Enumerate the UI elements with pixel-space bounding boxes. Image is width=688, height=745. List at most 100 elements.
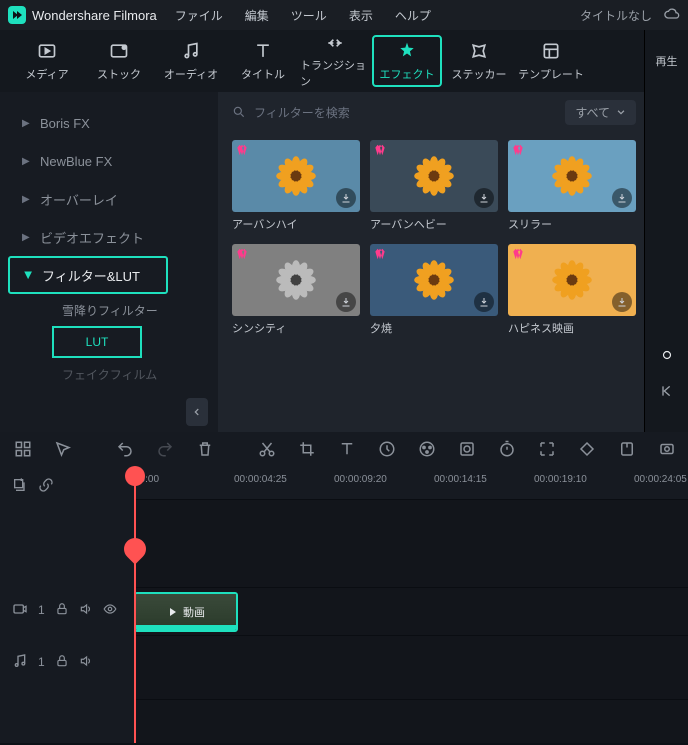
- layout-icon[interactable]: [14, 440, 32, 461]
- delete-icon[interactable]: [196, 440, 214, 461]
- app-title: Wondershare Filmora: [32, 8, 157, 23]
- filter-dropdown[interactable]: すべて: [565, 100, 636, 125]
- crop-icon[interactable]: [298, 440, 316, 461]
- mute-icon[interactable]: [79, 654, 93, 671]
- time-ruler[interactable]: 00:0000:00:04:2500:00:09:2000:00:14:1500…: [134, 468, 688, 500]
- settings2-icon[interactable]: [658, 440, 676, 461]
- marker-icon[interactable]: [618, 440, 636, 461]
- audio-track-lane[interactable]: [134, 652, 688, 700]
- chevron-right-icon: ▶: [22, 118, 30, 129]
- track-lane-empty[interactable]: [134, 500, 688, 588]
- tab-effect[interactable]: エフェクト: [372, 35, 442, 87]
- download-icon[interactable]: [612, 188, 632, 208]
- tab-audio[interactable]: オーディオ: [156, 35, 226, 87]
- tab-template[interactable]: テンプレート: [516, 35, 586, 87]
- menu-tool[interactable]: ツール: [291, 7, 327, 24]
- effect-thumbnail: [232, 244, 360, 316]
- effect-card[interactable]: 夕焼: [370, 244, 498, 336]
- premium-gem-icon: [235, 143, 249, 157]
- download-icon[interactable]: [612, 292, 632, 312]
- download-icon[interactable]: [336, 292, 356, 312]
- effect-thumbnail: [370, 244, 498, 316]
- color-icon[interactable]: [418, 440, 436, 461]
- video-track-header[interactable]: 1: [0, 592, 134, 628]
- sidebar-sub-lut[interactable]: LUT: [52, 326, 142, 358]
- sidebar-sub-snowfilter[interactable]: 雪降りフィルター: [8, 294, 210, 326]
- search-icon: [232, 105, 246, 119]
- sidebar-item-filter-lut[interactable]: ▶フィルター&LUT: [8, 256, 168, 294]
- sidebar-item-newblue[interactable]: ▶NewBlue FX: [8, 142, 210, 180]
- playhead[interactable]: [134, 468, 136, 743]
- mute-icon[interactable]: [79, 602, 93, 619]
- effect-thumbnail: [508, 140, 636, 212]
- sidebar-item-overlay[interactable]: ▶オーバーレイ: [8, 180, 210, 218]
- ruler-timestamp: 00:00:04:25: [234, 474, 287, 485]
- tab-title[interactable]: タイトル: [228, 35, 298, 87]
- sidebar-collapse-button[interactable]: [186, 398, 208, 426]
- eye-icon[interactable]: [103, 602, 117, 619]
- timeline: 1 1 00:0000:00:04:2500:00:09:2000:00:14:…: [0, 468, 688, 743]
- preview-panel-play[interactable]: 再生: [644, 30, 688, 92]
- circle-icon[interactable]: [660, 348, 674, 365]
- menu-view[interactable]: 表示: [349, 7, 373, 24]
- sidebar-item-borisfx[interactable]: ▶Boris FX: [8, 104, 210, 142]
- media-tabbar: メディア ストック オーディオ タイトル トランジション エフェクト ステッカー…: [0, 30, 688, 92]
- menu-help[interactable]: ヘルプ: [395, 7, 431, 24]
- undo-icon[interactable]: [116, 440, 134, 461]
- tab-media[interactable]: メディア: [12, 35, 82, 87]
- cut-icon[interactable]: [258, 440, 276, 461]
- effect-card[interactable]: ハピネス映画: [508, 244, 636, 336]
- video-track-icon: [12, 601, 28, 620]
- effect-grid-panel: フィルターを検索 すべて ⋯ アーバンハイ アーバンヘビー スリラー: [218, 92, 688, 432]
- text-icon[interactable]: [338, 440, 356, 461]
- video-clip[interactable]: 動画: [134, 592, 238, 632]
- ruler-timestamp: 00:00:19:10: [534, 474, 587, 485]
- add-track-icon[interactable]: [12, 477, 28, 496]
- cloud-icon[interactable]: [664, 6, 680, 25]
- tab-transition[interactable]: トランジション: [300, 35, 370, 87]
- sidebar-item-videoeffect[interactable]: ▶ビデオエフェクト: [8, 218, 210, 256]
- track-header-column: 1 1: [0, 468, 134, 743]
- premium-gem-icon: [511, 143, 525, 157]
- menu-edit[interactable]: 編集: [245, 7, 269, 24]
- link-icon[interactable]: [38, 477, 54, 496]
- expand-icon[interactable]: [538, 440, 556, 461]
- download-icon[interactable]: [474, 292, 494, 312]
- playhead-knob-icon[interactable]: [125, 466, 145, 486]
- search-input[interactable]: フィルターを検索: [232, 104, 555, 121]
- audio-icon: [180, 40, 202, 62]
- tab-stock[interactable]: ストック: [84, 35, 154, 87]
- effect-card[interactable]: スリラー: [508, 140, 636, 232]
- timer-icon[interactable]: [498, 440, 516, 461]
- download-icon[interactable]: [474, 188, 494, 208]
- lock-icon[interactable]: [55, 602, 69, 619]
- green-screen-icon[interactable]: [458, 440, 476, 461]
- audio-track-header[interactable]: 1: [0, 644, 134, 680]
- effect-card-label: アーバンヘビー: [370, 216, 498, 232]
- clip-audio-bar: [136, 625, 236, 630]
- cursor-icon[interactable]: [54, 440, 72, 461]
- redo-icon[interactable]: [156, 440, 174, 461]
- ruler-timestamp: 00:00:09:20: [334, 474, 387, 485]
- main-menu: ファイル 編集 ツール 表示 ヘルプ: [175, 7, 431, 24]
- effect-thumbnail: [370, 140, 498, 212]
- menu-file[interactable]: ファイル: [175, 7, 223, 24]
- keyframe-icon[interactable]: [578, 440, 596, 461]
- effect-card[interactable]: シンシティ: [232, 244, 360, 336]
- chevron-right-icon: ▶: [22, 232, 30, 243]
- effect-card[interactable]: アーバンヘビー: [370, 140, 498, 232]
- tab-sticker[interactable]: ステッカー: [444, 35, 514, 87]
- download-icon[interactable]: [336, 188, 356, 208]
- timeline-head-tools: [0, 468, 134, 504]
- video-track-lane[interactable]: 動画: [134, 588, 688, 636]
- premium-gem-icon: [511, 247, 525, 261]
- tracks-area[interactable]: 00:0000:00:04:2500:00:09:2000:00:14:1500…: [134, 468, 688, 743]
- lock-icon[interactable]: [55, 654, 69, 671]
- audio-track-icon: [12, 653, 28, 672]
- app-logo: Wondershare Filmora: [8, 6, 157, 24]
- sidebar-sub-fakefilm[interactable]: フェイクフィルム: [8, 358, 210, 390]
- effect-sidebar: ▶Boris FX ▶NewBlue FX ▶オーバーレイ ▶ビデオエフェクト …: [0, 92, 218, 432]
- skip-back-icon[interactable]: [659, 383, 675, 402]
- speed-icon[interactable]: [378, 440, 396, 461]
- effect-card[interactable]: アーバンハイ: [232, 140, 360, 232]
